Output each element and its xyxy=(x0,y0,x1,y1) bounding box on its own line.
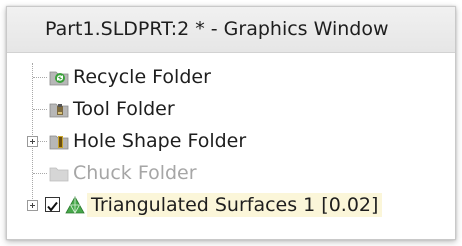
tree-branch-line xyxy=(33,77,47,78)
tree-branch-line xyxy=(33,173,47,174)
visibility-checkbox[interactable] xyxy=(45,197,60,212)
tool-folder-icon xyxy=(49,100,69,118)
tree-item-chuck-folder[interactable]: Chuck Folder xyxy=(7,157,455,189)
hole-shape-folder-icon xyxy=(49,132,69,150)
tree-branch-line xyxy=(33,109,47,110)
tree-branch-line xyxy=(38,141,47,142)
feature-tree: Recycle Folder Tool Folder Hole Shape Fo… xyxy=(7,53,455,241)
graphics-window-panel: Part1.SLDPRT:2 * - Graphics Window Recyc… xyxy=(6,6,456,240)
tree-item-triangulated-surfaces[interactable]: Triangulated Surfaces 1 [0.02] xyxy=(7,189,455,221)
window-title-bar: Part1.SLDPRT:2 * - Graphics Window xyxy=(7,7,455,53)
chuck-folder-icon xyxy=(49,164,69,182)
window-title: Part1.SLDPRT:2 * - Graphics Window xyxy=(45,18,389,40)
check-mark-icon xyxy=(47,201,58,212)
tree-item-label: Recycle Folder xyxy=(73,66,211,88)
tree-item-hole-shape-folder[interactable]: Hole Shape Folder xyxy=(7,125,455,157)
expand-toggle[interactable] xyxy=(27,136,38,147)
tree-item-tool-folder[interactable]: Tool Folder xyxy=(7,93,455,125)
expand-toggle[interactable] xyxy=(27,200,38,211)
tree-item-recycle-folder[interactable]: Recycle Folder xyxy=(7,61,455,93)
recycle-folder-icon xyxy=(49,68,69,86)
tree-item-label: Hole Shape Folder xyxy=(73,130,247,152)
triangulated-surface-icon xyxy=(65,196,85,214)
tree-item-label: Tool Folder xyxy=(73,98,175,120)
tree-item-label: Triangulated Surfaces 1 [0.02] xyxy=(87,193,383,217)
tree-item-label: Chuck Folder xyxy=(73,162,197,184)
